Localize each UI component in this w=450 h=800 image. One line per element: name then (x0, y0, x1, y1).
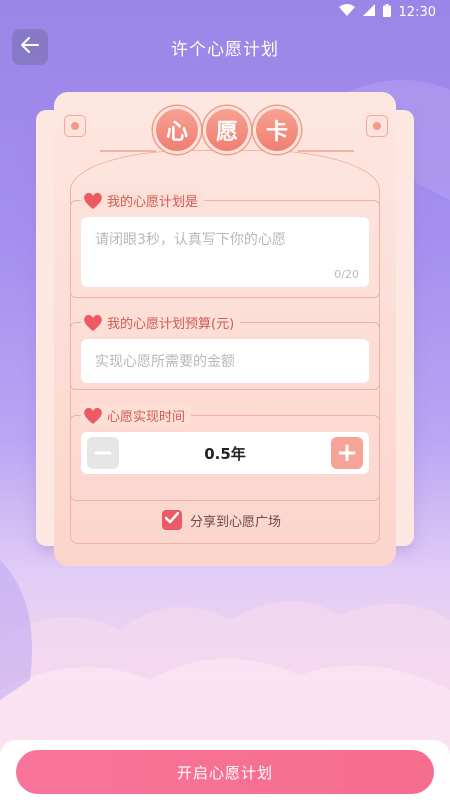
plus-icon: + (336, 438, 358, 468)
budget-section: 我的心愿计划预算(元) 实现心愿所需要的金额 (70, 313, 380, 390)
plan-textarea[interactable]: 请闭眼3秒，认真写下你的心愿 0/20 (81, 217, 369, 287)
heart-icon (83, 314, 103, 332)
header: 许个心愿计划 (0, 26, 450, 68)
budget-label: 我的心愿计划预算(元) (107, 317, 235, 332)
wifi-icon (338, 4, 355, 20)
duration-section: 心愿实现时间 − 0.5年 + (70, 406, 380, 501)
card-title-char: 卡 (253, 106, 301, 154)
plan-placeholder: 请闭眼3秒，认真写下你的心愿 (95, 232, 286, 248)
plan-label: 我的心愿计划是 (107, 195, 199, 210)
battery-icon (382, 3, 391, 21)
page-title: 许个心愿计划 (171, 39, 279, 60)
status-bar: 12:30 (0, 0, 450, 24)
plan-section: 我的心愿计划是 请闭眼3秒，认真写下你的心愿 0/20 (70, 191, 380, 298)
start-wish-button[interactable]: 开启心愿计划 (16, 750, 434, 794)
share-checkbox[interactable] (162, 510, 182, 530)
heart-icon (83, 192, 103, 210)
signal-icon (362, 4, 375, 20)
share-label: 分享到心愿广场 (190, 514, 282, 530)
budget-input[interactable]: 实现心愿所需要的金额 (81, 339, 369, 383)
duration-value: 0.5年 (204, 444, 246, 463)
decrement-button[interactable]: − (87, 437, 119, 469)
duration-label: 心愿实现时间 (107, 410, 186, 425)
heart-icon (83, 407, 103, 425)
back-button[interactable] (12, 29, 48, 65)
char-counter: 0/20 (334, 268, 359, 281)
check-icon (164, 511, 180, 528)
status-time: 12:30 (398, 4, 436, 20)
share-toggle[interactable]: 分享到心愿广场 (162, 510, 281, 530)
card-title-char: 心 (153, 106, 201, 154)
minus-icon: − (92, 438, 114, 468)
increment-button[interactable]: + (330, 437, 363, 469)
wish-card: 心 愿 卡 我的心愿计划是 请闭眼3秒，认真写下你的心愿 0/20 我的心愿计划… (36, 92, 414, 566)
budget-placeholder: 实现心愿所需要的金额 (95, 354, 235, 370)
arrow-left-icon (21, 37, 39, 57)
corner-decoration-left (64, 115, 86, 137)
card-title-char: 愿 (203, 106, 251, 154)
corner-decoration-right (366, 115, 388, 137)
card-title: 心 愿 卡 (153, 106, 301, 158)
duration-stepper[interactable]: − 0.5年 + (81, 432, 369, 474)
